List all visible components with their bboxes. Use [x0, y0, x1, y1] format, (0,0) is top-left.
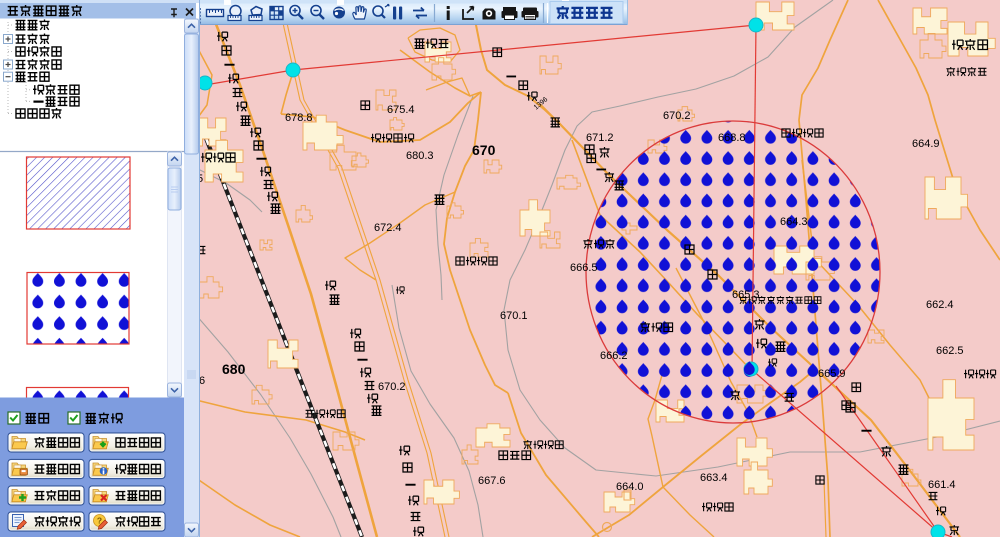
svg-text:664.3: 664.3 — [780, 216, 808, 228]
svg-text:667.6: 667.6 — [478, 475, 506, 487]
svg-text:670.2: 670.2 — [378, 381, 406, 393]
svg-text:678.8: 678.8 — [285, 112, 313, 124]
svg-text:675.4: 675.4 — [387, 104, 415, 116]
svg-text:665.9: 665.9 — [818, 368, 846, 380]
svg-text:671.2: 671.2 — [586, 132, 614, 144]
svg-text:672.4: 672.4 — [374, 222, 402, 234]
svg-text:662.5: 662.5 — [936, 345, 964, 357]
svg-text:662.4: 662.4 — [926, 299, 954, 311]
svg-text:664.9: 664.9 — [912, 138, 940, 150]
svg-text:670: 670 — [472, 142, 496, 158]
svg-text:680.3: 680.3 — [406, 150, 434, 162]
svg-text:661.4: 661.4 — [928, 479, 956, 491]
svg-text:670.1: 670.1 — [500, 310, 528, 322]
svg-text:670.2: 670.2 — [663, 110, 691, 122]
svg-text:680: 680 — [222, 361, 246, 377]
svg-text:666.2: 666.2 — [600, 350, 628, 362]
svg-text:663.4: 663.4 — [700, 472, 728, 484]
svg-text:664.0: 664.0 — [616, 481, 644, 493]
svg-text:666.5: 666.5 — [570, 262, 598, 274]
svg-text:668.8: 668.8 — [718, 132, 746, 144]
